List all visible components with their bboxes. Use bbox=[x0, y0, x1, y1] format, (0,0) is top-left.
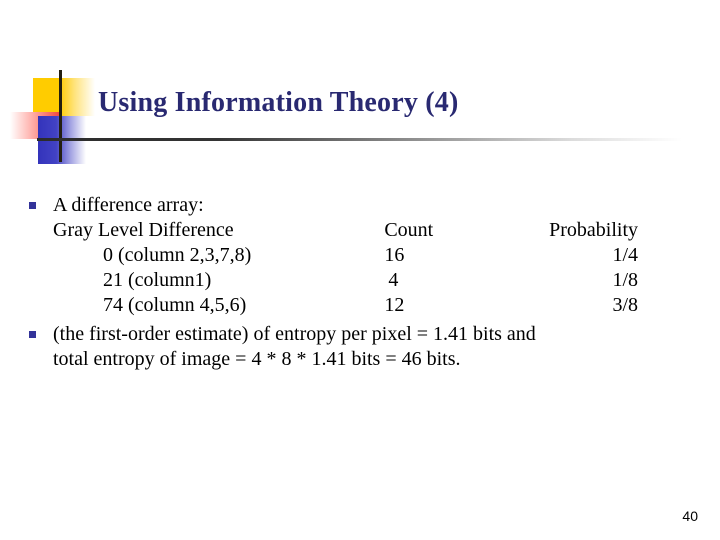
page-title: Using Information Theory (4) bbox=[98, 87, 459, 118]
bullet-item-2-line-2: total entropy of image = 4 * 8 * 1.41 bi… bbox=[53, 348, 461, 370]
cell-count: 4 bbox=[388, 269, 399, 291]
bullet-item-2-label: (the first-order estimate) of entropy pe… bbox=[53, 322, 653, 372]
square-bullet-icon bbox=[29, 202, 36, 209]
cell-probability: 1/4 bbox=[612, 244, 638, 266]
page-number: 40 bbox=[682, 508, 698, 524]
cell-probability: 1/8 bbox=[612, 269, 638, 291]
bullet-item-1-label: A difference array: bbox=[53, 194, 204, 216]
column-header-count: Count bbox=[384, 219, 434, 241]
difference-array-table: Gray Level Difference Count Probability … bbox=[53, 218, 638, 318]
column-header-probability: Probability bbox=[549, 219, 638, 241]
square-bullet-icon bbox=[29, 331, 36, 338]
cell-gray-level-difference: 0 (column 2,3,7,8) bbox=[103, 244, 252, 266]
bullet-item-2-line-1: (the first-order estimate) of entropy pe… bbox=[53, 323, 536, 345]
bullet-item-2: (the first-order estimate) of entropy pe… bbox=[0, 322, 720, 372]
title-bar: Using Information Theory (4) bbox=[0, 86, 720, 130]
cell-probability: 3/8 bbox=[612, 294, 638, 316]
table-row: 0 (column 2,3,7,8) 16 1/4 bbox=[53, 243, 638, 268]
cell-count: 16 bbox=[384, 244, 405, 266]
bullet-item-1: A difference array: bbox=[0, 193, 720, 218]
slide-body: A difference array: Gray Level Differenc… bbox=[0, 193, 720, 372]
table-row: 74 (column 4,5,6) 12 3/8 bbox=[53, 293, 638, 318]
cell-gray-level-difference: 74 (column 4,5,6) bbox=[103, 294, 247, 316]
title-divider bbox=[37, 138, 682, 141]
table-header-row: Gray Level Difference Count Probability bbox=[53, 218, 638, 243]
column-header-gray-level-difference: Gray Level Difference bbox=[53, 219, 234, 241]
table-row: 21 (column1) 4 1/8 bbox=[53, 268, 638, 293]
cell-gray-level-difference: 21 (column1) bbox=[103, 269, 212, 291]
cell-count: 12 bbox=[384, 294, 405, 316]
